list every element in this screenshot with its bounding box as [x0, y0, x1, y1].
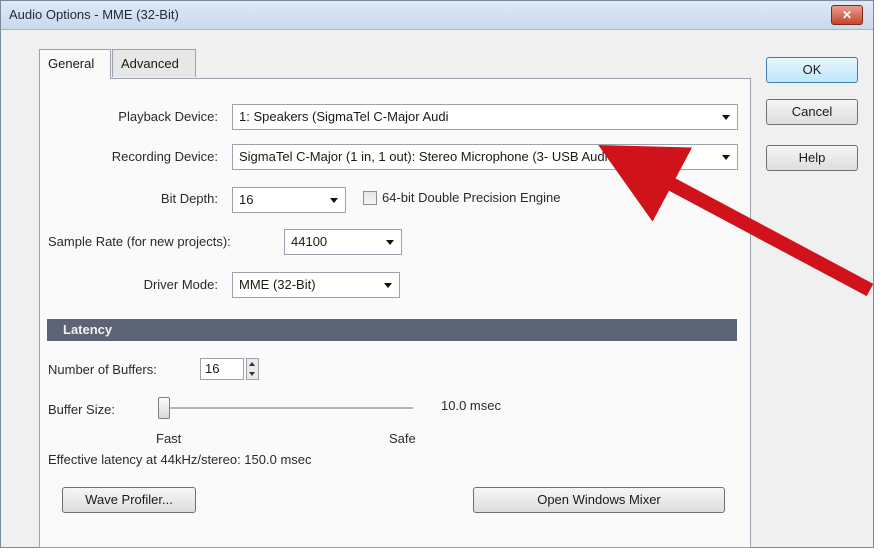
tab-general[interactable]: General — [39, 49, 111, 79]
annotation-arrow-icon — [598, 145, 874, 297]
